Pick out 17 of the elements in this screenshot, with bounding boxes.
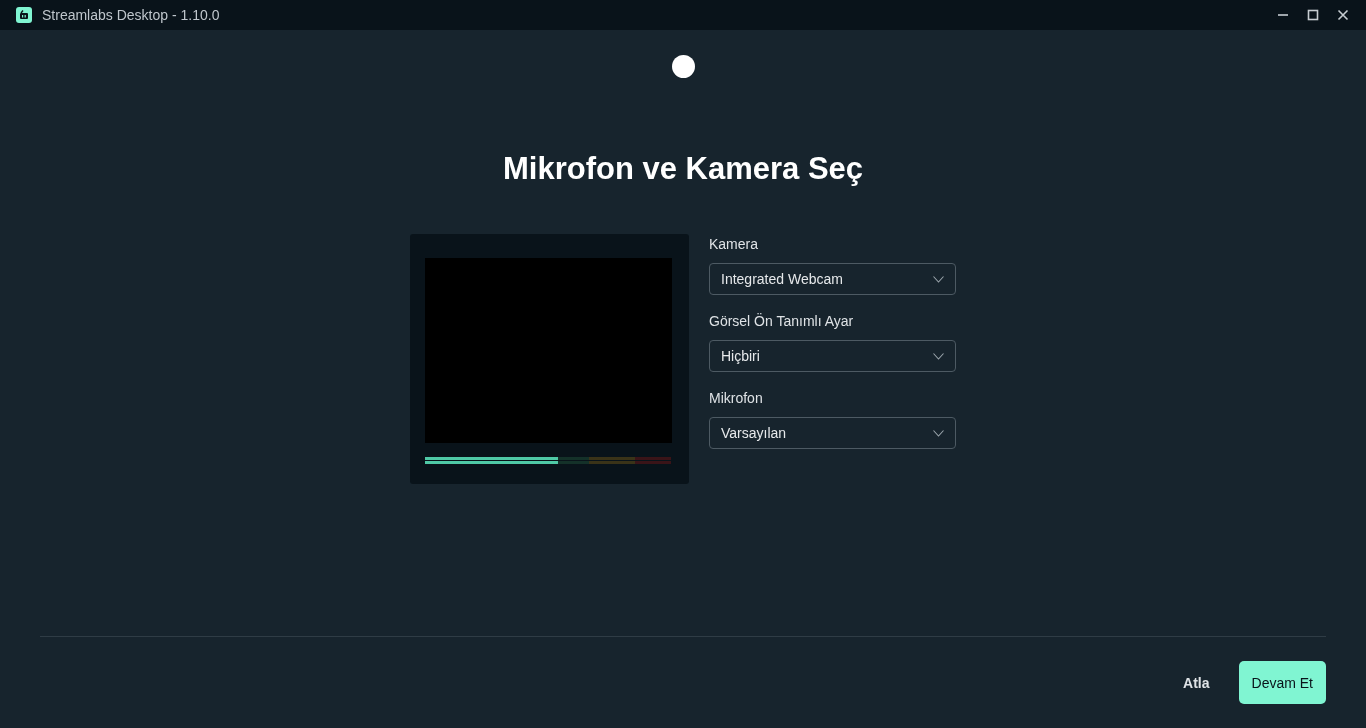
- chevron-down-icon: [933, 352, 944, 360]
- field-label: Mikrofon: [709, 390, 764, 406]
- dropdown-field[interactable]: Varsayılan: [709, 417, 956, 449]
- chevron-down-icon: [933, 275, 944, 283]
- step-dot: [671, 55, 695, 78]
- chevron-down-icon: [933, 429, 944, 437]
- page-title: Mikrofon ve Kamera Seç: [502, 151, 864, 187]
- window-title: Streamlabs Desktop - 1.10.0: [42, 7, 220, 23]
- app-logo-icon: [16, 7, 32, 23]
- skip-link[interactable]: Atla: [1170, 664, 1223, 701]
- field-label: Kamera: [709, 236, 760, 252]
- continue-button[interactable]: Devam Et: [1238, 661, 1326, 704]
- dropdown-field[interactable]: Integrated Webcam: [709, 263, 956, 295]
- field-label: Görsel Ön Tanımlı Ayar: [709, 313, 855, 329]
- close-icon: [1337, 9, 1349, 21]
- maximize-icon: [1307, 9, 1319, 21]
- dropdown-field[interactable]: Hiçbiri: [709, 340, 956, 372]
